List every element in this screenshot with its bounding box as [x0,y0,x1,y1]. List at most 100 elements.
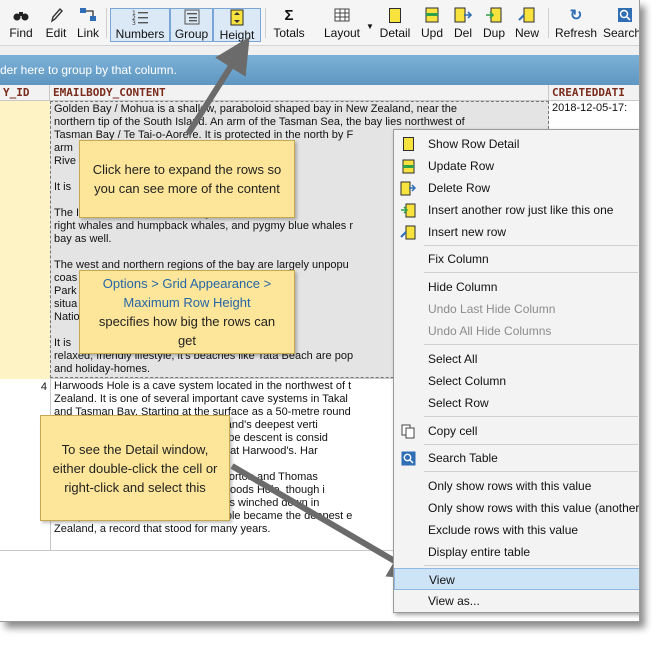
menu-item-exclude-rows[interactable]: Exclude rows with this value [394,519,639,541]
column-header-id[interactable]: Y_ID [0,85,50,101]
menu-item-insert-duplicate[interactable]: Insert another row just like this one [394,199,639,221]
menu-label: Insert new row [428,225,507,239]
menu-item-select-all[interactable]: Select All [394,348,639,370]
find-label: Find [9,26,33,40]
search-table-icon [400,450,416,466]
detail-icon [389,6,401,24]
delete-row-icon [400,180,416,196]
menu-label: Display entire table [428,545,531,559]
row-id-cell[interactable]: 4 [0,381,50,393]
update-label: Upd [420,26,443,40]
menu-item-select-row[interactable]: Select Row [394,392,639,414]
menu-item-view-as[interactable]: View as... [394,590,639,612]
height-label: Height [219,28,255,42]
duplicate-row-icon [400,202,416,218]
update-button[interactable]: Upd [417,6,447,42]
delete-label: Del [453,26,472,40]
layout-dropdown-chevron-icon[interactable]: ▼ [366,22,374,31]
search-button[interactable]: Search [603,6,640,42]
update-row-icon [425,6,439,24]
menu-item-undo-last-hide: Undo Last Hide Column [394,298,639,320]
detail-label: Detail [379,26,411,40]
app-window: Find Edit Link 123 Numbers Group Height … [0,0,640,622]
link-label: Link [76,26,99,40]
menu-label: Only show rows with this value (another [428,501,640,515]
height-button[interactable]: Height [213,8,261,42]
menu-label: Search Table [428,451,498,465]
row-height-option-text: specifies how big the rows can get [98,314,276,348]
edit-button[interactable]: Edit [42,6,70,42]
totals-button[interactable]: Σ Totals [268,6,310,42]
layout-label: Layout [323,26,361,40]
delete-button[interactable]: Del [448,6,478,42]
row-height-option-callout: Options > Grid Appearance > Maximum Row … [79,270,295,354]
totals-label: Totals [273,26,305,40]
menu-item-show-row-detail[interactable]: Show Row Detail [394,133,639,155]
sigma-icon: Σ [284,6,294,24]
numbers-label: Numbers [115,27,165,41]
menu-item-only-show-another[interactable]: Only show rows with this value (another [394,497,640,519]
numbered-list-icon: 123 [132,9,148,25]
svg-text:3: 3 [132,20,136,25]
menu-item-update-row[interactable]: Update Row [394,155,639,177]
refresh-icon: ↻ [569,7,583,24]
toolbar: Find Edit Link 123 Numbers Group Height … [0,0,640,46]
menu-item-display-entire-table[interactable]: Display entire table [394,541,639,563]
menu-item-hide-column[interactable]: Hide Column [394,276,639,298]
group-by-bar[interactable]: der here to group by that column. [0,55,639,85]
menu-separator [424,344,638,345]
menu-label: Show Row Detail [428,137,520,151]
column-header-emailbody[interactable]: EMAILBODY_CONTENT [50,85,549,101]
selected-row-indicator [0,101,50,379]
duplicate-row-icon [485,6,503,24]
menu-label: Select Row [428,396,489,410]
duplicate-button[interactable]: Dup [479,6,509,42]
menu-label: Update Row [428,159,495,173]
menu-label: Exclude rows with this value [428,523,579,537]
detail-button[interactable]: Detail [377,6,413,42]
update-row-icon [400,158,416,174]
search-label: Search [603,26,640,40]
row-detail-icon [400,136,416,152]
pencil-icon [49,6,63,24]
refresh-label: Refresh [554,26,598,40]
menu-item-fix-column[interactable]: Fix Column [394,248,639,270]
delete-row-icon [454,6,472,24]
menu-label: Undo Last Hide Column [428,302,556,316]
menu-item-view[interactable]: View [394,568,639,590]
duplicate-label: Dup [482,26,505,40]
menu-item-only-show-value[interactable]: Only show rows with this value [394,475,639,497]
refresh-button[interactable]: ↻ Refresh [553,6,599,42]
group-label: Group [174,27,209,41]
menu-label: Delete Row [428,181,491,195]
menu-label: Copy cell [428,424,478,438]
row-height-option-path: Options > Grid Appearance > Maximum Row … [102,276,272,310]
menu-item-insert-new-row[interactable]: Insert new row [394,221,639,243]
group-by-hint: der here to group by that column. [0,63,177,77]
menu-item-select-column[interactable]: Select Column [394,370,639,392]
group-button[interactable]: Group [170,8,213,42]
menu-label: View [429,573,455,587]
binoculars-icon [13,6,29,24]
link-button[interactable]: Link [74,6,102,42]
layout-button[interactable]: Layout [316,6,368,42]
numbers-button[interactable]: 123 Numbers [110,8,170,42]
copy-icon [400,423,416,439]
column-header-createddate[interactable]: CREATEDDATI [549,85,639,101]
new-button[interactable]: New [511,6,543,42]
menu-label: Hide Column [428,280,498,294]
new-row-icon [518,6,536,24]
created-date-cell[interactable]: 2018-12-05-17: [549,101,639,115]
find-button[interactable]: Find [4,6,38,42]
layout-grid-icon [334,6,350,24]
edit-label: Edit [45,26,67,40]
row-height-icon [230,9,244,26]
menu-item-search-table[interactable]: Search Table [394,447,639,469]
menu-item-undo-all-hide: Undo All Hide Columns [394,320,639,342]
menu-item-delete-row[interactable]: Delete Row [394,177,639,199]
search-icon [603,6,639,24]
menu-label: Insert another row just like this one [428,203,614,217]
menu-label: Fix Column [428,252,489,266]
menu-label: Select All [428,352,478,366]
menu-item-copy-cell[interactable]: Copy cell [394,420,639,442]
